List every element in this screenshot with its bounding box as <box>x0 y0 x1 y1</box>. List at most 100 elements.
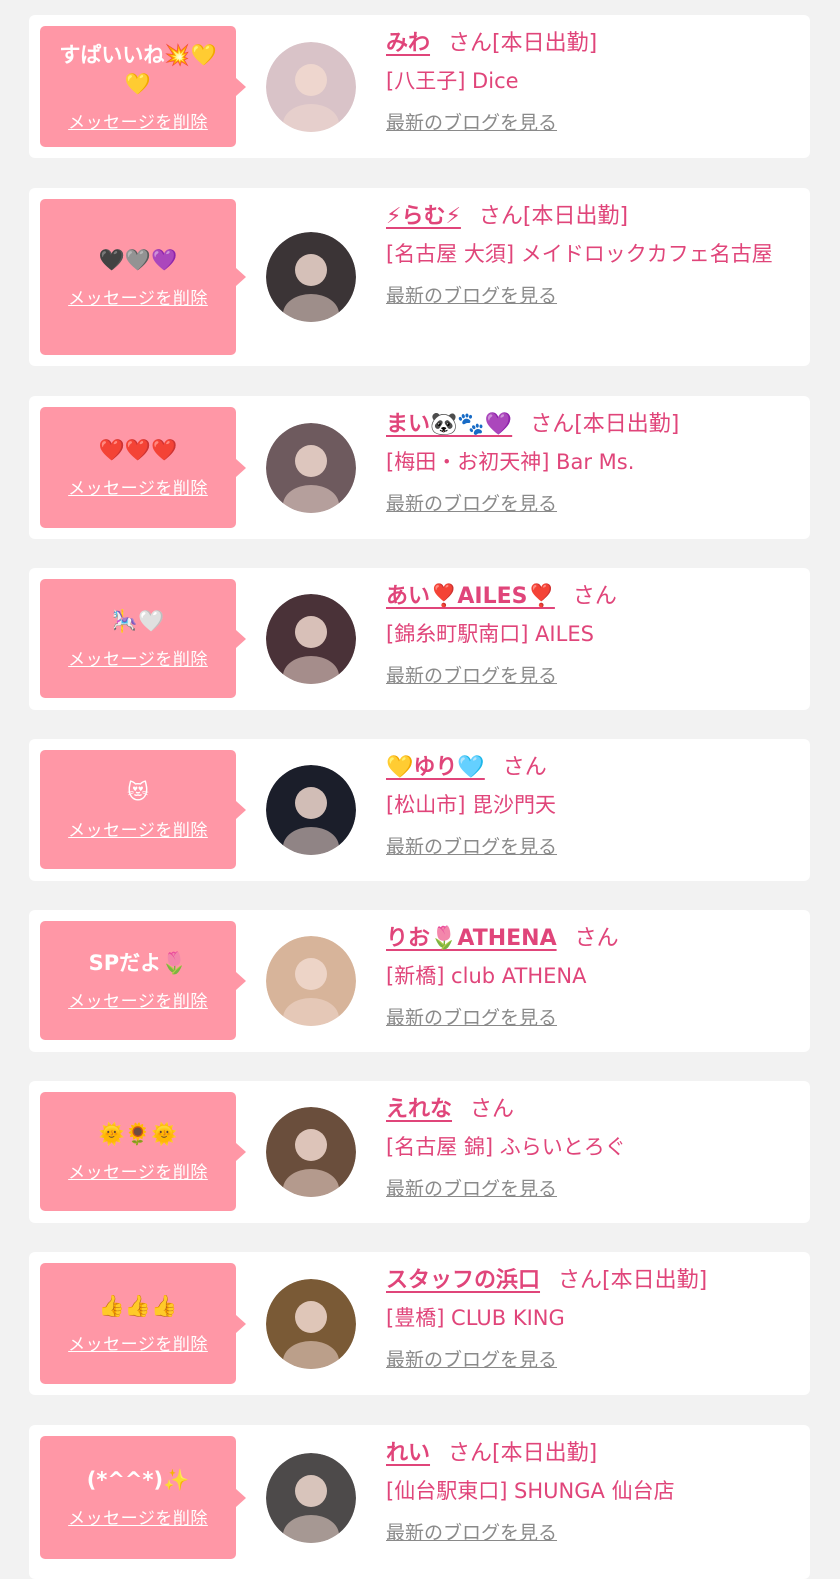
honorific: さん <box>502 755 547 780</box>
favorite-card: 🖤🩶💜 メッセージを削除 ⚡らむ⚡ さん[本日出勤] [名古屋 大須] メイドロッ… <box>29 188 810 366</box>
attendance-badge: [本日出勤] <box>602 1268 708 1293</box>
message-text: すぱいいね💥💛💛 <box>59 42 217 96</box>
latest-blog-link[interactable]: 最新のブログを見る <box>386 832 557 859</box>
cast-name-link[interactable]: ⚡らむ⚡ <box>386 204 461 229</box>
profile-info: ⚡らむ⚡ さん[本日出勤] [名古屋 大須] メイドロックカフェ名古屋 最新のブロ… <box>386 202 798 308</box>
message-text: 😻 <box>127 780 149 804</box>
message-bubble: 🎠🤍 メッセージを削除 <box>40 579 246 698</box>
avatar[interactable] <box>266 1453 356 1543</box>
message-text: (*^^*)✨ <box>86 1468 190 1492</box>
favorite-card: (*^^*)✨ メッセージを削除 れい さん[本日出勤] [仙台駅東口] SHUN… <box>29 1425 810 1579</box>
latest-blog-link[interactable]: 最新のブログを見る <box>386 108 557 135</box>
cast-name-link[interactable]: りお🌷ATHENA <box>386 926 557 951</box>
avatar[interactable] <box>266 423 356 513</box>
cast-name-link[interactable]: あい❣️AILES❣️ <box>386 584 555 609</box>
profile-info: れい さん[本日出勤] [仙台駅東口] SHUNGA 仙台店 最新のブログを見る <box>386 1439 798 1545</box>
shop-name: [仙台駅東口] SHUNGA 仙台店 <box>386 1479 675 1503</box>
cast-name-link[interactable]: れい <box>386 1441 430 1466</box>
honorific: さん <box>448 31 493 56</box>
honorific: さん <box>530 412 575 437</box>
favorite-card: 🌞🌻🌞 メッセージを削除 えれな さん [名古屋 錦] ふらいとろぐ 最新のブログ… <box>29 1081 810 1223</box>
name-line: スタッフの浜口 さん[本日出勤] <box>386 1266 798 1296</box>
avatar[interactable] <box>266 42 356 132</box>
delete-message-link[interactable]: メッセージを削除 <box>68 1330 208 1355</box>
name-line: あい❣️AILES❣️ さん <box>386 582 798 612</box>
latest-blog-link[interactable]: 最新のブログを見る <box>386 1345 557 1372</box>
shop-name: [松山市] 毘沙門天 <box>386 793 557 817</box>
shop-name: [梅田・お初天神] Bar Ms. <box>386 450 635 474</box>
honorific: さん <box>448 1441 493 1466</box>
attendance-badge: [本日出勤] <box>522 204 629 229</box>
latest-blog-link[interactable]: 最新のブログを見る <box>386 1174 557 1201</box>
delete-message-link[interactable]: メッセージを削除 <box>68 284 208 309</box>
latest-blog-link[interactable]: 最新のブログを見る <box>386 1003 557 1030</box>
cast-name-link[interactable]: スタッフの浜口 <box>386 1268 540 1293</box>
shop-name: [錦糸町駅南口] AILES <box>386 622 594 646</box>
name-line: れい さん[本日出勤] <box>386 1439 798 1469</box>
favorite-card: 😻 メッセージを削除 💛ゆり🩵 さん [松山市] 毘沙門天 最新のブログを見る <box>29 739 810 881</box>
avatar[interactable] <box>266 1107 356 1197</box>
latest-blog-link[interactable]: 最新のブログを見る <box>386 281 557 308</box>
shop-name: [新橋] club ATHENA <box>386 964 587 988</box>
delete-message-link[interactable]: メッセージを削除 <box>68 474 208 499</box>
delete-message-link[interactable]: メッセージを削除 <box>68 816 208 841</box>
delete-message-link[interactable]: メッセージを削除 <box>68 108 208 133</box>
name-line: みわ さん[本日出勤] <box>386 29 798 59</box>
honorific: さん <box>558 1268 603 1293</box>
honorific: さん <box>574 926 619 951</box>
latest-blog-link[interactable]: 最新のブログを見る <box>386 661 557 688</box>
name-line: りお🌷ATHENA さん <box>386 924 798 954</box>
favorite-card: SPだよ🌷 メッセージを削除 りお🌷ATHENA さん [新橋] club ATH… <box>29 910 810 1052</box>
profile-info: みわ さん[本日出勤] [八王子] Dice 最新のブログを見る <box>386 29 798 135</box>
message-bubble: すぱいいね💥💛💛 メッセージを削除 <box>40 26 246 147</box>
message-text: 🌞🌻🌞 <box>98 1122 178 1146</box>
attendance-badge: [本日出勤] <box>492 1441 598 1466</box>
message-bubble: ❤️❤️❤️ メッセージを削除 <box>40 407 246 528</box>
name-line: えれな さん <box>386 1095 798 1125</box>
message-text: 🎠🤍 <box>111 609 165 633</box>
shop-name: [八王子] Dice <box>386 69 519 93</box>
shop-name: [名古屋 大須] メイドロックカフェ名古屋 <box>386 242 773 266</box>
favorite-card: 👍👍👍 メッセージを削除 スタッフの浜口 さん[本日出勤] [豊橋] CLUB K… <box>29 1252 810 1395</box>
profile-info: まい🐼🐾💜 さん[本日出勤] [梅田・お初天神] Bar Ms. 最新のブログを見… <box>386 410 798 516</box>
attendance-badge: [本日出勤] <box>574 412 680 437</box>
message-bubble: SPだよ🌷 メッセージを削除 <box>40 921 246 1040</box>
message-bubble: 🖤🩶💜 メッセージを削除 <box>40 199 246 355</box>
shop-name: [豊橋] CLUB KING <box>386 1306 565 1330</box>
profile-info: あい❣️AILES❣️ さん [錦糸町駅南口] AILES 最新のブログを見る <box>386 582 798 688</box>
favorite-card: すぱいいね💥💛💛 メッセージを削除 みわ さん[本日出勤] [八王子] Dice … <box>29 15 810 158</box>
avatar[interactable] <box>266 594 356 684</box>
favorite-card: 🎠🤍 メッセージを削除 あい❣️AILES❣️ さん [錦糸町駅南口] AILES… <box>29 568 810 710</box>
delete-message-link[interactable]: メッセージを削除 <box>68 1158 208 1183</box>
message-bubble: 👍👍👍 メッセージを削除 <box>40 1263 246 1384</box>
message-bubble: 😻 メッセージを削除 <box>40 750 246 869</box>
message-text: 👍👍👍 <box>98 1294 178 1318</box>
avatar[interactable] <box>266 765 356 855</box>
avatar[interactable] <box>266 1279 356 1369</box>
cast-name-link[interactable]: まい🐼🐾💜 <box>386 412 512 437</box>
profile-info: スタッフの浜口 さん[本日出勤] [豊橋] CLUB KING 最新のブログを見る <box>386 1266 798 1372</box>
message-text: SPだよ🌷 <box>88 951 188 975</box>
message-bubble: (*^^*)✨ メッセージを削除 <box>40 1436 246 1559</box>
cast-name-link[interactable]: 💛ゆり🩵 <box>386 755 485 780</box>
message-bubble: 🌞🌻🌞 メッセージを削除 <box>40 1092 246 1211</box>
message-text: ❤️❤️❤️ <box>98 438 178 462</box>
name-line: まい🐼🐾💜 さん[本日出勤] <box>386 410 798 440</box>
name-line: 💛ゆり🩵 さん <box>386 753 798 783</box>
delete-message-link[interactable]: メッセージを削除 <box>68 987 208 1012</box>
delete-message-link[interactable]: メッセージを削除 <box>68 1504 208 1529</box>
honorific: さん <box>572 584 617 609</box>
latest-blog-link[interactable]: 最新のブログを見る <box>386 489 557 516</box>
profile-info: えれな さん [名古屋 錦] ふらいとろぐ 最新のブログを見る <box>386 1095 798 1201</box>
favorite-card: ❤️❤️❤️ メッセージを削除 まい🐼🐾💜 さん[本日出勤] [梅田・お初天神] … <box>29 396 810 539</box>
cast-name-link[interactable]: みわ <box>386 31 430 56</box>
honorific: さん <box>478 204 523 229</box>
attendance-badge: [本日出勤] <box>492 31 598 56</box>
delete-message-link[interactable]: メッセージを削除 <box>68 645 208 670</box>
latest-blog-link[interactable]: 最新のブログを見る <box>386 1518 557 1545</box>
message-text: 🖤🩶💜 <box>98 247 178 272</box>
avatar[interactable] <box>266 936 356 1026</box>
avatar[interactable] <box>266 232 356 322</box>
cast-name-link[interactable]: えれな <box>386 1097 452 1122</box>
honorific: さん <box>470 1097 515 1122</box>
